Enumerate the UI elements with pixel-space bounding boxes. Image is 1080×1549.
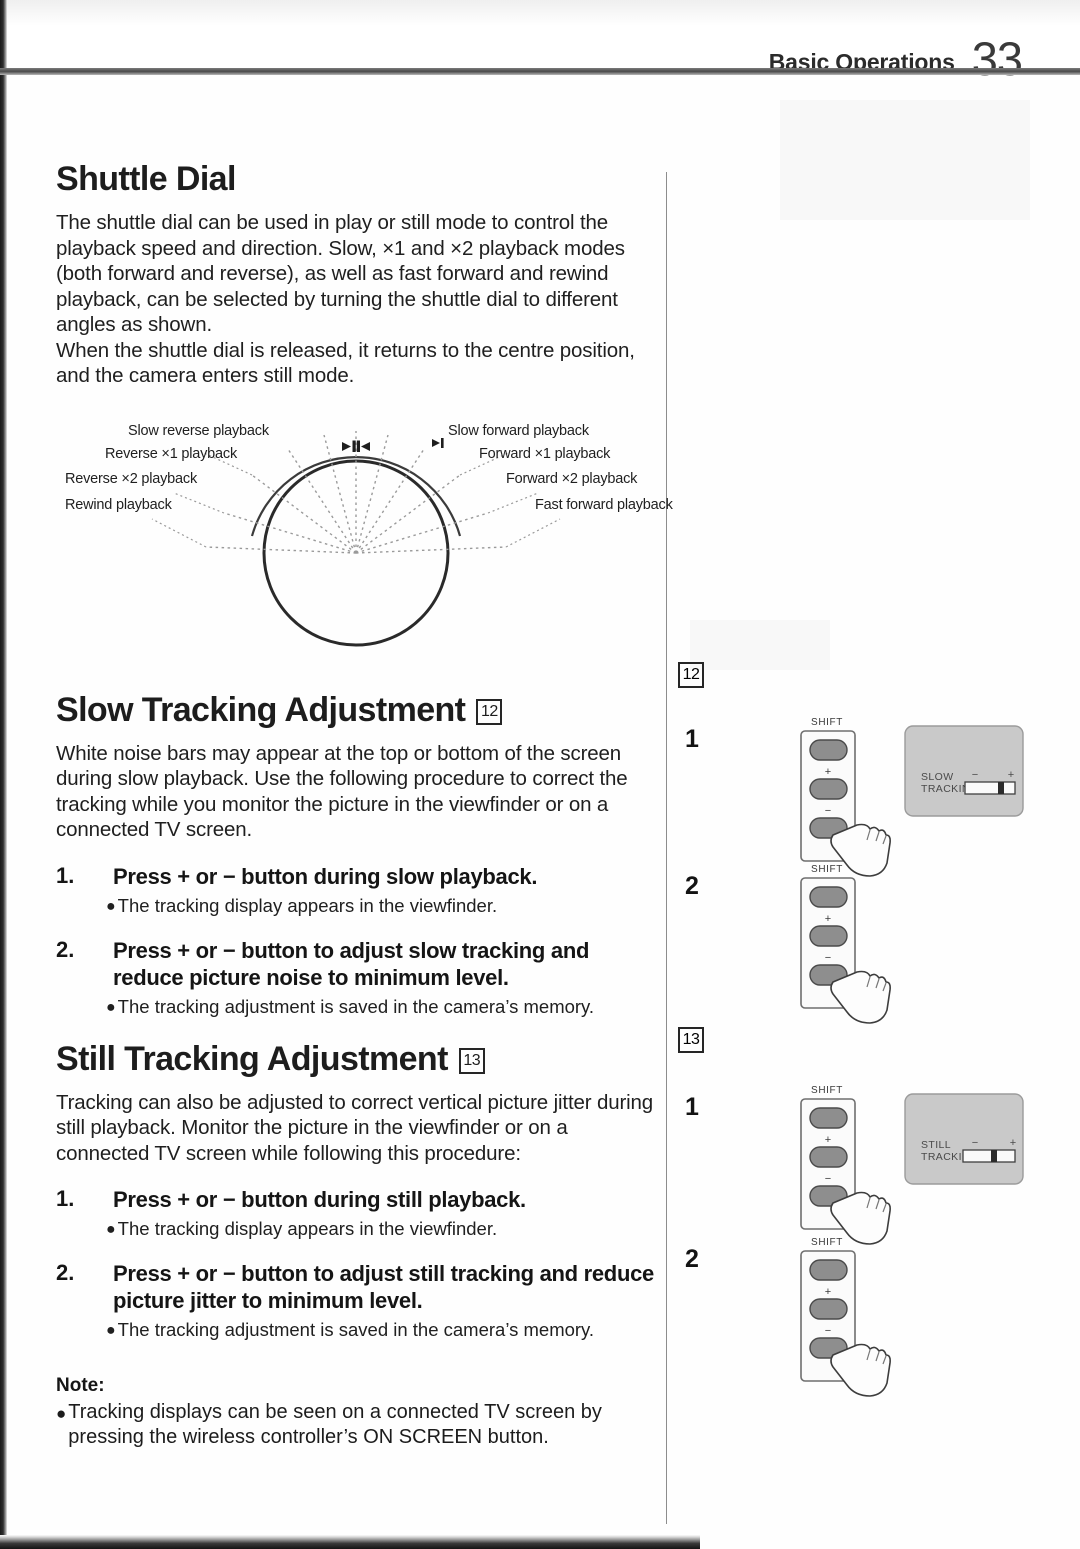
heading-shuttle-dial: Shuttle Dial	[56, 160, 656, 199]
figure-badge-13: 13	[678, 1025, 704, 1053]
svg-text:−: −	[825, 1173, 831, 1185]
bullet-dot-icon: ●	[106, 998, 116, 1016]
page-header: Basic Operations 33	[7, 0, 1080, 82]
svg-text:+: +	[825, 913, 831, 925]
still-step-2-bullet: ● The tracking adjustment is saved in th…	[56, 1318, 656, 1341]
dial-label-reverse-x1: Reverse ×1 playback	[105, 445, 238, 462]
still-step-1-title: Press + or − button during still playbac…	[113, 1187, 526, 1212]
figure-still-step-2-number: 2	[685, 1245, 699, 1273]
still-tracking-paragraph: Tracking can also be adjusted to correct…	[56, 1090, 654, 1165]
heading-shuttle-dial-text: Shuttle Dial	[56, 160, 236, 198]
page-bottom-edge	[0, 1535, 700, 1549]
still-step-1-bullet-text: The tracking display appears in the view…	[117, 1218, 498, 1239]
still-step-2-number: 2.	[56, 1260, 75, 1285]
slow-step-1-bullet-text: The tracking display appears in the view…	[117, 894, 498, 916]
slow-step-2-bullet: ● The tracking adjustment is saved in th…	[56, 995, 656, 1018]
figure-badge-13-text: 13	[678, 1027, 704, 1053]
svg-text:−: −	[825, 952, 831, 964]
heading-slow-tracking: Slow Tracking Adjustment 12	[56, 691, 656, 730]
left-column: Shuttle Dial The shuttle dial can be use…	[56, 160, 673, 1450]
scan-artifact	[690, 620, 830, 670]
figure-slow-step-2-number: 2	[685, 872, 699, 900]
shuttle-dial-diagram: Slow reverse playback Reverse ×1 playbac…	[56, 413, 673, 673]
dial-label-reverse-x2: Reverse ×2 playback	[65, 470, 198, 487]
pointing-hand-icon	[830, 970, 891, 1024]
svg-text:SLOW: SLOW	[921, 771, 954, 783]
shuttle-paragraph-2: When the shuttle dial is released, it re…	[56, 338, 635, 388]
svg-text:+: +	[1008, 769, 1014, 781]
still-step-1-bullet: ● The tracking display appears in the vi…	[56, 1217, 656, 1240]
svg-text:−: −	[972, 769, 978, 781]
slow-step-2-number: 2.	[56, 936, 75, 962]
note-title: Note:	[56, 1375, 105, 1396]
badge-12: 12	[476, 699, 503, 725]
still-step-2-title: Press + or − button to adjust still trac…	[113, 1261, 654, 1313]
heading-still-tracking: Still Tracking Adjustment 13	[56, 1040, 656, 1079]
dial-label-forward-x2: Forward ×2 playback	[506, 470, 638, 487]
heading-slow-tracking-text: Slow Tracking Adjustment	[56, 690, 466, 729]
still-step-2: 2. Press + or − button to adjust still t…	[56, 1260, 656, 1314]
slow-step-2-title: Press + or − button to adjust slow track…	[113, 937, 590, 990]
slow-step-1-title: Press + or − button during slow playback…	[113, 863, 538, 889]
dial-label-slow-reverse: Slow reverse playback	[128, 422, 269, 439]
svg-text:+: +	[825, 1134, 831, 1146]
dial-label-fast-forward: Fast forward playback	[535, 496, 673, 513]
column-divider	[666, 172, 667, 1524]
note-item: ● Tracking displays can be seen on a con…	[56, 1400, 656, 1450]
note-block: Note: ● Tracking displays can be seen on…	[56, 1375, 656, 1450]
scan-artifact	[780, 100, 1030, 220]
figure-still-step-1-number: 1	[685, 1093, 699, 1121]
bullet-dot-icon: ●	[106, 1221, 116, 1238]
svg-text:−: −	[825, 1325, 831, 1337]
dial-label-forward-x1: Forward ×1 playback	[479, 445, 611, 462]
figure-badge-12: 12	[678, 660, 704, 688]
svg-text:STILL: STILL	[921, 1139, 951, 1151]
svg-text:+: +	[825, 1286, 831, 1298]
slow-step-1: 1. Press + or − button during slow playb…	[56, 863, 656, 890]
figure-still-step-1-button-panel: SHIFT + −	[775, 1081, 905, 1254]
slow-step-2: 2. Press + or − button to adjust slow tr…	[56, 937, 656, 991]
dial-label-rewind: Rewind playback	[65, 496, 172, 513]
note-item-text: Tracking displays can be seen on a conne…	[68, 1401, 602, 1448]
page-left-edge	[0, 0, 7, 1549]
figure-badge-12-text: 12	[678, 662, 704, 688]
figure-slow-tracking-display: SLOW TRACKING − +	[903, 720, 1033, 835]
bullet-dot-icon: ●	[106, 897, 116, 915]
figure-slow-step-1-number: 1	[685, 725, 699, 753]
figure-still-step-2-button-panel: SHIFT + −	[775, 1233, 905, 1406]
dial-play-glyph	[432, 437, 444, 448]
dial-label-slow-forward: Slow forward playback	[448, 422, 589, 439]
svg-text:SHIFT: SHIFT	[811, 864, 843, 875]
svg-text:SHIFT: SHIFT	[811, 1237, 843, 1248]
document-page: Basic Operations 33 Shuttle Dial The shu…	[0, 0, 1080, 1549]
still-step-2-bullet-text: The tracking adjustment is saved in the …	[117, 1319, 595, 1340]
still-step-1-number: 1.	[56, 1186, 75, 1211]
pointing-hand-icon	[830, 1343, 891, 1397]
bullet-dot-icon: ●	[106, 1322, 116, 1339]
slow-step-1-bullet: ● The tracking display appears in the vi…	[56, 894, 656, 917]
svg-text:+: +	[825, 766, 831, 778]
slow-tracking-paragraph: White noise bars may appear at the top o…	[56, 741, 628, 842]
slow-step-2-bullet-text: The tracking adjustment is saved in the …	[117, 995, 595, 1017]
header-divider-rule	[0, 68, 1080, 75]
heading-still-tracking-text: Still Tracking Adjustment	[56, 1039, 448, 1078]
figure-still-tracking-display: STILL TRACKING − +	[903, 1088, 1033, 1203]
shuttle-paragraph-1: The shuttle dial can be used in play or …	[56, 211, 625, 336]
figure-slow-step-2-button-panel: SHIFT + −	[775, 860, 905, 1033]
bullet-dot-icon: ●	[56, 1404, 67, 1423]
slow-step-1-number: 1.	[56, 862, 75, 888]
svg-text:−: −	[825, 805, 831, 817]
svg-text:−: −	[972, 1137, 978, 1149]
still-step-1: 1. Press + or − button during still play…	[56, 1186, 656, 1213]
svg-text:SHIFT: SHIFT	[811, 1085, 843, 1096]
badge-13: 13	[458, 1048, 485, 1074]
svg-text:+: +	[1010, 1137, 1016, 1149]
svg-text:SHIFT: SHIFT	[811, 717, 843, 728]
